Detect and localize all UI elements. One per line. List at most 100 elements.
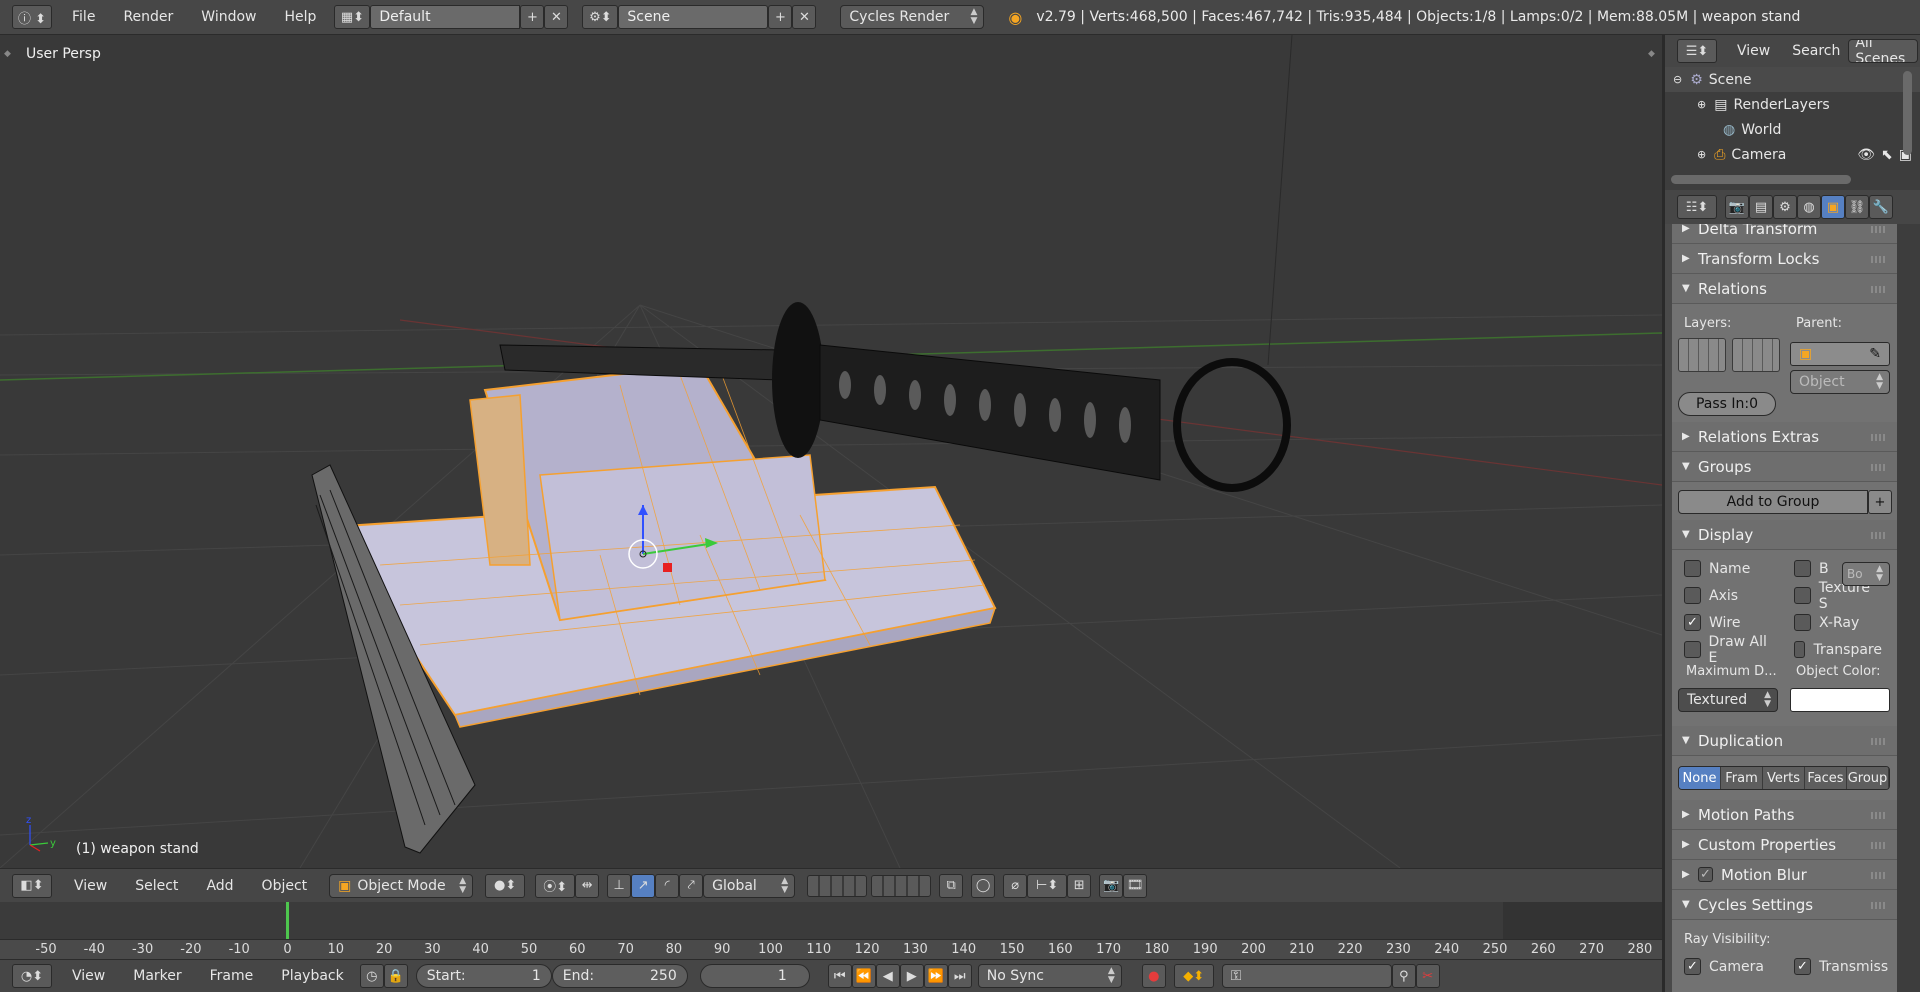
viewport-corner-widget[interactable]: ◆ bbox=[4, 49, 11, 59]
checkbox[interactable] bbox=[1794, 614, 1811, 631]
move-manipulator-icon[interactable]: ↗ bbox=[631, 873, 656, 898]
checkbox[interactable] bbox=[1684, 587, 1701, 604]
add-to-group-button[interactable]: Add to Group bbox=[1678, 490, 1868, 514]
visibility-eye-icon[interactable]: 👁 bbox=[1857, 147, 1875, 163]
play-reverse-icon[interactable]: ◀ bbox=[875, 964, 900, 988]
drag-grip-icon[interactable] bbox=[1871, 256, 1887, 263]
outliner-item-scene[interactable]: ⊖ ⚙ Scene bbox=[1665, 67, 1920, 92]
parent-type-dropdown[interactable]: Object ▲ ▼ bbox=[1790, 370, 1890, 394]
drag-grip-icon[interactable] bbox=[1871, 738, 1887, 745]
panel-relations-extras[interactable]: ▶ Relations Extras bbox=[1672, 422, 1897, 452]
pass-index-field[interactable]: Pass In:0 bbox=[1678, 392, 1776, 416]
drag-grip-icon[interactable] bbox=[1871, 842, 1887, 849]
display-option[interactable]: Draw All E bbox=[1676, 634, 1786, 666]
object-tab-icon[interactable]: ▣ bbox=[1821, 195, 1845, 219]
pivot-icon[interactable]: ⦿⬍ bbox=[535, 873, 576, 898]
drag-grip-icon[interactable] bbox=[1871, 464, 1887, 471]
panel-motion-blur[interactable]: ▶ ✓ Motion Blur bbox=[1672, 860, 1897, 890]
display-option[interactable]: Texture S bbox=[1786, 580, 1890, 612]
layer-grid-2[interactable] bbox=[871, 874, 932, 897]
jump-keyframe-back-icon[interactable]: ⏪ bbox=[851, 964, 876, 988]
jump-end-icon[interactable]: ⏭ bbox=[947, 964, 972, 988]
end-frame-field[interactable]: End: 250 bbox=[551, 964, 688, 988]
new-group-icon[interactable]: + bbox=[1868, 490, 1892, 514]
rotate-manipulator-icon[interactable]: ◜ bbox=[655, 873, 680, 898]
remove-layout-icon[interactable]: ✕ bbox=[544, 5, 569, 29]
outliner-editor-icon[interactable]: ☰⬍ bbox=[1677, 39, 1717, 63]
timeline-menu-playback[interactable]: Playback bbox=[267, 960, 357, 992]
menu-view[interactable]: View bbox=[60, 869, 121, 902]
max-draw-type-dropdown[interactable]: Textured ▲ ▼ bbox=[1678, 688, 1778, 712]
layout-icon[interactable]: ▦⬍ bbox=[334, 5, 371, 29]
checkbox[interactable] bbox=[1794, 560, 1811, 577]
timeline-menu-frame[interactable]: Frame bbox=[196, 960, 268, 992]
drag-grip-icon[interactable] bbox=[1871, 226, 1887, 233]
checkbox[interactable] bbox=[1794, 641, 1806, 658]
current-frame-marker[interactable] bbox=[286, 902, 289, 939]
viewport-corner-widget-right[interactable]: ◆ bbox=[1648, 49, 1655, 59]
lock-frame-icon[interactable]: 🔒 bbox=[383, 964, 408, 988]
manipulator-toggle-icon[interactable]: ⇹ bbox=[575, 873, 600, 898]
lock-layers-icon[interactable]: ⧉ bbox=[939, 873, 964, 898]
keying-set-field[interactable]: ⚿ bbox=[1221, 964, 1392, 988]
transmission-checkbox[interactable]: ✓ bbox=[1794, 958, 1811, 975]
timeline-menu-marker[interactable]: Marker bbox=[119, 960, 195, 992]
drag-grip-icon[interactable] bbox=[1871, 812, 1887, 819]
parent-field[interactable]: ▣ ✎ bbox=[1790, 342, 1890, 366]
panel-transform-locks[interactable]: ▶ Transform Locks bbox=[1672, 244, 1897, 274]
menu-render[interactable]: Render bbox=[109, 0, 187, 34]
panel-duplication[interactable]: ▼ Duplication bbox=[1672, 726, 1897, 756]
camera-checkbox[interactable]: ✓ bbox=[1684, 958, 1701, 975]
menu-window[interactable]: Window bbox=[187, 0, 270, 34]
snap-icon[interactable]: ⌀ bbox=[1003, 873, 1028, 898]
properties-editor-icon[interactable]: ☷⬍ bbox=[1677, 195, 1717, 219]
sync-dropdown[interactable]: No Sync ▲ ▼ bbox=[977, 964, 1122, 988]
bounds-type-field[interactable]: Bo ▲ ▼ bbox=[1842, 562, 1890, 586]
panel-motion-paths[interactable]: ▶ Motion Paths bbox=[1672, 800, 1897, 830]
current-frame-field[interactable]: 1 bbox=[699, 964, 810, 988]
outliner-filter-dropdown[interactable]: All Scenes bbox=[1848, 39, 1919, 63]
duplication-option[interactable]: Fram bbox=[1721, 767, 1763, 789]
layers-grid-b[interactable] bbox=[1732, 338, 1780, 372]
scene-tab-icon[interactable]: ⚙ bbox=[1773, 195, 1797, 219]
layout-field[interactable]: Default bbox=[370, 5, 521, 29]
display-option[interactable]: Axis bbox=[1676, 585, 1786, 606]
orientation-dropdown[interactable]: Global ▲ ▼ bbox=[703, 873, 796, 898]
outliner-item-world[interactable]: ◍ World bbox=[1665, 117, 1920, 142]
panel-groups[interactable]: ▼ Groups bbox=[1672, 452, 1897, 482]
checked-checkbox[interactable]: ✓ bbox=[1684, 614, 1701, 631]
menu-add[interactable]: Add bbox=[192, 869, 247, 902]
3d-viewport[interactable]: z y User Persp (1) weapon stand ◆ ◆ bbox=[0, 35, 1662, 868]
render-tab-icon[interactable]: 📷 bbox=[1725, 195, 1749, 219]
timeline-ruler[interactable]: -50 -40 -30 -20 -10 0 10 20 30 40 50 60 70 80 90 100 110… bbox=[0, 939, 1662, 959]
outliner-item-renderlayers[interactable]: ⊕ ▤ RenderLayers bbox=[1665, 92, 1920, 117]
panel-relations[interactable]: ▼ Relations bbox=[1672, 274, 1897, 304]
mode-dropdown[interactable]: ▣ Object Mode ▲ ▼ bbox=[329, 873, 474, 898]
menu-file[interactable]: File bbox=[58, 0, 109, 34]
timeline-editor-icon[interactable]: ◔⬍ bbox=[12, 964, 52, 988]
outliner-item-camera[interactable]: ⊕ ⎙ Camera 👁 ⬉ ▣ bbox=[1665, 142, 1920, 167]
scale-manipulator-icon[interactable]: ⤤ bbox=[679, 873, 704, 898]
render-anim-icon[interactable]: 🎞 bbox=[1123, 873, 1148, 898]
drag-grip-icon[interactable] bbox=[1871, 434, 1887, 441]
remove-scene-icon[interactable]: ✕ bbox=[792, 5, 817, 29]
object-color-swatch[interactable] bbox=[1790, 688, 1890, 712]
info-editor-icon[interactable]: ⓘ ⬍ bbox=[12, 5, 52, 29]
constraints-tab-icon[interactable]: ⛓ bbox=[1845, 195, 1869, 219]
drag-grip-icon[interactable] bbox=[1871, 872, 1887, 879]
display-option[interactable]: Transpare bbox=[1786, 639, 1890, 660]
transmission-visibility-option[interactable]: ✓ Transmiss bbox=[1786, 958, 1896, 975]
snap-element-icon[interactable]: ⊢⬍ bbox=[1027, 873, 1068, 898]
render-engine-dropdown[interactable]: Cycles Render ▲ ▼ bbox=[840, 5, 985, 29]
duplication-option[interactable]: Verts bbox=[1763, 767, 1805, 789]
jump-start-icon[interactable]: ⏮ bbox=[827, 964, 852, 988]
add-layout-icon[interactable]: + bbox=[520, 5, 545, 29]
proportional-edit-icon[interactable]: ◯ bbox=[971, 873, 996, 898]
expand-icon[interactable]: ⊕ bbox=[1697, 98, 1706, 111]
delete-keyframe-icon[interactable]: ✂ bbox=[1415, 964, 1440, 988]
scene-field[interactable]: Scene bbox=[618, 5, 769, 29]
display-option[interactable]: X-Ray bbox=[1786, 612, 1890, 633]
render-opengl-icon[interactable]: 📷 bbox=[1099, 873, 1124, 898]
menu-object[interactable]: Object bbox=[248, 869, 322, 902]
timeline-menu-view[interactable]: View bbox=[58, 960, 119, 992]
